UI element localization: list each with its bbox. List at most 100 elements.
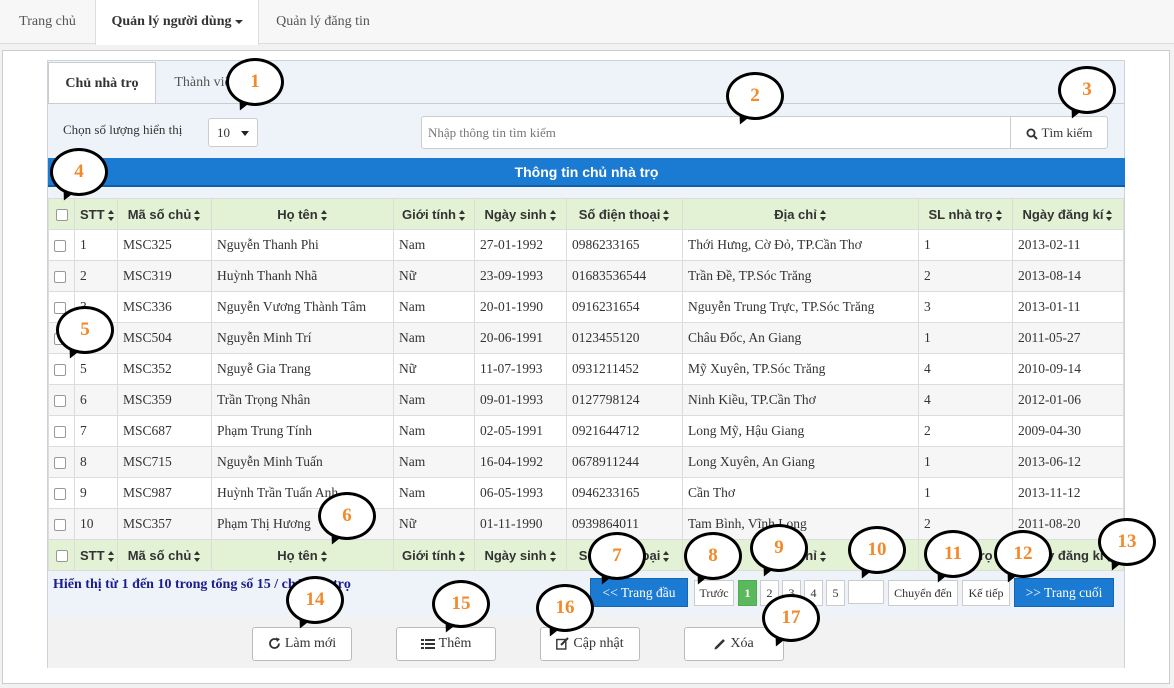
row-checkbox[interactable] <box>54 487 66 500</box>
callout-5: 5 <box>56 306 114 354</box>
table-row[interactable]: 1 MSC325 Nguyễn Thanh Phi Nam 27-01-1992 0986… <box>48 229 1124 261</box>
table-row[interactable]: 5 MSC352 Nguyễ Gia Trang Nữ 11-07-1993 093121… <box>48 353 1124 385</box>
table-cell: 2 <box>918 260 1013 292</box>
refresh-button[interactable]: Làm mới <box>252 627 352 661</box>
table-cell: 16-04-1992 <box>474 446 567 478</box>
table-cell: 1 <box>918 229 1013 261</box>
table-cell: 10 <box>74 508 118 540</box>
table-cell: Nam <box>393 384 475 416</box>
row-checkbox[interactable] <box>54 518 66 531</box>
table-cell: 9 <box>74 477 118 509</box>
goto-page-input[interactable] <box>848 580 884 604</box>
callout-14: 14 <box>286 576 344 624</box>
table-cell: 20-06-1991 <box>474 322 567 354</box>
table-cell: Nữ <box>393 260 475 292</box>
next-page-button[interactable]: Kế tiếp <box>962 580 1010 606</box>
row-checkbox[interactable] <box>54 456 66 469</box>
col-phone[interactable]: Số điện thoại <box>566 198 683 230</box>
table-cell: 0986233165 <box>566 229 683 261</box>
table-cell: 8 <box>74 446 118 478</box>
col-room-count[interactable]: SL nhà trọ <box>918 198 1013 230</box>
callout-11: 11 <box>924 530 982 578</box>
tabs-divider <box>48 103 1124 104</box>
table-row[interactable]: 3 MSC336Nguyễn Vương Thành TâmNam20-01-19… <box>48 291 1124 323</box>
callout-8: 8 <box>684 532 742 580</box>
row-checkbox[interactable] <box>54 363 66 376</box>
callout-12: 12 <box>994 530 1052 578</box>
tab-landlords-label: Chủ nhà trọ <box>65 76 139 91</box>
table-cell: Mỹ Xuyên, TP.Sóc Trăng <box>682 353 919 385</box>
col-owner-id[interactable]: Mã số chủ <box>117 198 212 230</box>
table-cell: 3 <box>918 291 1013 323</box>
sort-icon <box>107 209 115 221</box>
table-cell: MSC359 <box>117 384 212 416</box>
callout-17: 17 <box>762 594 820 642</box>
table-cell: Trần Đề, TP.Sóc Trăng <box>682 260 919 292</box>
callout-16: 16 <box>536 584 594 632</box>
page-1-button[interactable]: 1 <box>738 580 757 606</box>
nav-user-management[interactable]: Quản lý người dùng <box>95 0 259 45</box>
refresh-icon <box>268 637 280 650</box>
col-phone-label: Số điện thoại <box>578 206 661 222</box>
row-checkbox-cell <box>48 260 75 292</box>
last-page-button[interactable]: >> Trang cuối <box>1014 578 1114 607</box>
goto-page-button[interactable]: Chuyển đến <box>888 580 958 606</box>
update-button-label: Cập nhật <box>573 636 624 651</box>
row-checkbox[interactable] <box>54 394 66 407</box>
table-cell: 5 <box>74 353 118 385</box>
callout-2: 2 <box>726 72 784 120</box>
select-all-checkbox-footer[interactable] <box>55 550 68 563</box>
page-5-button[interactable]: 5 <box>826 580 845 606</box>
page-size-select[interactable]: 10 <box>208 118 258 147</box>
sort-icon <box>663 209 670 221</box>
table-cell: Ninh Kiều, TP.Cần Thơ <box>682 384 919 416</box>
col-birth-date-footer[interactable]: Ngày sinh <box>474 539 567 571</box>
col-birth-date[interactable]: Ngày sinh <box>474 198 567 230</box>
col-address[interactable]: Địa chỉ <box>682 198 919 230</box>
row-checkbox[interactable] <box>54 425 66 438</box>
nav-post-management[interactable]: Quản lý đăng tin <box>259 0 387 44</box>
search-input[interactable] <box>421 116 1011 149</box>
table-cell: 2013-06-12 <box>1012 446 1124 478</box>
sort-icon <box>320 550 328 562</box>
col-stt[interactable]: STT <box>74 198 118 230</box>
search-button-label: Tìm kiếm <box>1041 125 1093 140</box>
col-gender[interactable]: Giới tính <box>393 198 475 230</box>
table-cell: 6 <box>74 384 118 416</box>
sort-icon <box>194 209 201 221</box>
table-row[interactable]: 7 MSC687 Phạm Trung Tính Nam 02-05-1991 09216… <box>48 415 1124 447</box>
table-row[interactable]: 4MSC504Nguyễn Minh TríNam20-06-199101234… <box>48 322 1124 354</box>
row-checkbox[interactable] <box>54 239 66 252</box>
table-cell: Long Mỹ, Hậu Giang <box>682 415 919 447</box>
col-stt-footer[interactable]: STT <box>74 539 118 571</box>
callout-10: 10 <box>848 526 906 574</box>
sort-icon <box>459 550 466 562</box>
table-row[interactable]: 8 MSC715 Nguyễn Minh Tuấn Nam 16-04-1992 0678… <box>48 446 1124 478</box>
table-cell: 2013-01-11 <box>1012 291 1124 323</box>
col-owner-id-footer[interactable]: Mã số chủ <box>117 539 212 571</box>
table-cell: Châu Đốc, An Giang <box>682 322 919 354</box>
search-button[interactable]: Tìm kiếm <box>1010 116 1108 149</box>
select-all-cell-footer <box>48 539 75 571</box>
select-all-cell <box>48 198 75 230</box>
col-gender-footer[interactable]: Giới tính <box>393 539 475 571</box>
table-cell: 01683536544 <box>566 260 683 292</box>
table-header-row: STT Mã số chủ Họ tên Giới tính Ngày sinh… <box>48 198 1124 230</box>
row-checkbox[interactable] <box>54 270 66 283</box>
tab-landlords[interactable]: Chủ nhà trọ <box>48 62 156 104</box>
col-full-name-footer[interactable]: Họ tên <box>211 539 394 571</box>
col-register-date[interactable]: Ngày đăng kí <box>1012 198 1124 230</box>
table-row[interactable]: 6 MSC359 Trần Trọng Nhân Nam 09-01-1993 01277… <box>48 384 1124 416</box>
landlord-table: STT Mã số chủ Họ tên Giới tính Ngày sinh… <box>48 198 1124 571</box>
col-full-name[interactable]: Họ tên <box>211 198 394 230</box>
select-all-checkbox[interactable] <box>55 209 68 222</box>
table-row[interactable]: 9 MSC987 Huỳnh Trần Tuấn Anh Nam 06-05-1993 0… <box>48 477 1124 509</box>
table-row[interactable]: 2 MSC319 Huỳnh Thanh Nhã Nữ 23-09-1993 016835… <box>48 260 1124 292</box>
sort-icon <box>194 550 201 562</box>
table-cell: 06-05-1993 <box>474 477 567 509</box>
col-birth-date-footer-label: Ngày sinh <box>484 547 547 563</box>
nav-home[interactable]: Trang chủ <box>0 0 95 44</box>
table-cell: Trần Trọng Nhân <box>211 384 394 416</box>
table-cell: Nam <box>393 415 475 447</box>
col-birth-date-label: Ngày sinh <box>484 206 547 222</box>
